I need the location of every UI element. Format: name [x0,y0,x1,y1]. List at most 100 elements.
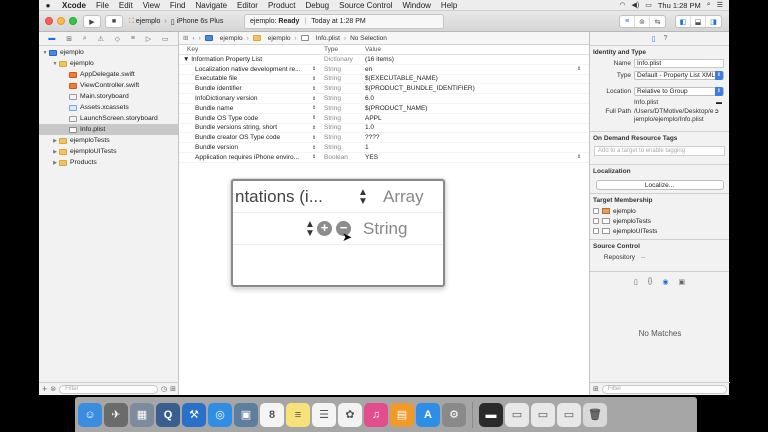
library-filter-field[interactable]: Filter [601,384,727,394]
ibooks-icon[interactable]: ▤ [390,402,414,427]
apple-menu-icon[interactable]: ● [39,1,57,10]
quick-help-icon[interactable]: ? [663,35,667,42]
related-items-icon[interactable]: ⊞ [183,34,188,42]
grid-view-icon[interactable]: ⊞ [593,385,599,393]
plist-type[interactable]: String [316,124,361,131]
menu-file[interactable]: File [91,1,114,10]
plist-key[interactable]: Bundle OS Type code [179,115,311,122]
debug-navigator-icon[interactable]: ≡ [131,35,135,42]
plist-value[interactable]: 1 [365,144,577,151]
file-template-library-icon[interactable]: ▯ [634,278,638,286]
disclosure-triangle-icon[interactable]: ▼ [51,61,59,67]
menu-find[interactable]: Find [165,1,191,10]
plist-row[interactable]: Bundle name ⇕ String $(PRODUCT_NAME) [179,104,589,114]
notes-icon[interactable]: ≡ [286,402,310,427]
volume-icon[interactable]: ◀) [632,1,640,9]
code-snippet-library-icon[interactable]: {} [648,278,653,286]
name-field[interactable]: Info.plist [634,59,724,68]
window-thumb-icon[interactable]: ▭ [505,402,529,427]
xcode-icon[interactable]: ⚒ [182,402,206,427]
menu-help[interactable]: Help [436,1,462,10]
scm-filter-icon[interactable]: ⊞ [170,385,176,393]
plist-value[interactable]: $(EXECUTABLE_NAME) [365,75,577,82]
back-button[interactable]: ‹ [192,35,194,42]
jumpbar-file[interactable]: Info.plist [316,35,340,42]
plist-type[interactable]: String [316,134,361,141]
value-popup-icon[interactable]: ⇕ [577,66,589,73]
stop-button[interactable]: ■ [105,15,123,28]
plist-type[interactable]: String [316,105,361,112]
project-navigator-icon[interactable]: ▬ [48,35,55,42]
navigator-toggle-icon[interactable]: ◧ [676,16,691,27]
plist-key[interactable]: InfoDictionary version [179,95,311,102]
report-navigator-icon[interactable]: ▭ [162,35,169,43]
navigator-filter-field[interactable]: Filter [59,384,159,394]
window-thumb-icon[interactable]: ▭ [531,402,555,427]
plist-row[interactable]: InfoDictionary version ⇕ String 6.0 [179,94,589,104]
plist-key[interactable]: Executable file [179,75,311,82]
run-button[interactable]: ▶ [83,15,101,28]
odr-tags-field[interactable]: Add to a target to enable tagging [594,146,725,156]
reveal-in-finder-icon[interactable]: ➲ [714,108,719,115]
notification-center-icon[interactable]: ☰ [717,1,723,9]
plist-row[interactable]: Application requires iPhone enviro... ⇕ Bo… [179,153,589,163]
file-tree-item[interactable]: Assets.xcassets [39,102,178,113]
plist-row[interactable]: Bundle version ⇕ String 1 [179,143,589,153]
calendar-icon[interactable]: 8 [260,402,284,427]
view-toggle-control[interactable]: ◧ ⬓ ◨ [675,15,722,28]
device-name[interactable]: iPhone 6s Plus [177,18,224,25]
plist-type[interactable]: String [316,95,361,102]
key-column-header[interactable]: Key [179,46,311,53]
close-window-button[interactable] [45,17,53,25]
plist-type[interactable]: String [316,85,361,92]
plist-key[interactable]: Bundle identifier [179,85,311,92]
menu-debug[interactable]: Debug [301,1,335,10]
plist-type[interactable]: Boolean [316,154,361,161]
activity-monitor-icon[interactable]: ▬ [479,402,503,427]
window-thumb-icon[interactable]: ▭ [557,402,581,427]
disclosure-triangle-icon[interactable]: ▶ [51,138,59,144]
zoom-stepper-icon[interactable]: ▲ ▼ [303,219,317,238]
plist-row[interactable]: Bundle identifier ⇕ String $(PRODUCT_BUNDLE… [179,84,589,95]
media-library-icon[interactable]: ▣ [679,278,686,286]
trash-icon[interactable]: 🗑 [583,402,607,427]
test-navigator-icon[interactable]: ◇ [115,35,120,43]
plist-row[interactable]: Localization native development re... ⇕ St… [179,65,589,75]
menu-xcode[interactable]: Xcode [57,1,91,10]
jumpbar-group[interactable]: ejemplo [268,35,291,42]
file-tree-item[interactable]: AppDelegate.swift [39,69,178,80]
file-tree-item[interactable]: ▶ ejemploUITests [39,146,178,157]
type-column-header[interactable]: Type [316,46,361,53]
clock[interactable]: Thu 1:28 PM [658,1,701,10]
standard-editor-icon[interactable]: ≡ [620,16,635,27]
add-file-icon[interactable]: + [42,384,47,394]
plist-row[interactable]: Executable file ⇕ String $(EXECUTABLE_NAME) [179,75,589,85]
plist-value[interactable]: ???? [365,134,577,141]
plist-key[interactable]: ▼ Information Property List [179,56,311,63]
safari-icon[interactable]: ◎ [208,402,232,427]
target-checkbox[interactable] [593,208,599,214]
jumpbar-project[interactable]: ejemplo [220,35,243,42]
plist-value[interactable]: YES [365,154,577,161]
file-tree-item[interactable]: Main.storyboard [39,91,178,102]
spotlight-icon[interactable]: ⌕ [707,1,711,9]
jumpbar-selection[interactable]: No Selection [350,35,387,42]
value-column-header[interactable]: Value [361,46,381,53]
disclosure-triangle-icon[interactable]: ▶ [51,160,59,166]
plist-type[interactable]: String [316,66,361,73]
plist-type[interactable]: String [316,115,361,122]
plist-key[interactable]: Bundle creator OS Type code [179,134,311,141]
file-tree-item[interactable]: ▼ ejemplo [39,58,178,69]
value-popup-icon[interactable]: ⇕ [577,154,589,161]
menu-window[interactable]: Window [397,1,435,10]
plist-type[interactable]: Dictionary [316,56,361,63]
photos-icon[interactable]: ✿ [338,402,362,427]
symbol-navigator-icon[interactable]: ⊞ [66,35,72,43]
menu-editor[interactable]: Editor [232,1,263,10]
plist-row[interactable]: ▼ Information Property List Dictionary (16… [179,55,589,65]
issue-navigator-icon[interactable]: ⚠ [98,35,104,43]
plist-value[interactable]: (16 items) [365,56,577,63]
find-navigator-icon[interactable]: ⌕ [83,35,87,43]
file-tree-item[interactable]: ▶ Products [39,157,178,168]
quicktime-icon[interactable]: Q [156,402,180,427]
